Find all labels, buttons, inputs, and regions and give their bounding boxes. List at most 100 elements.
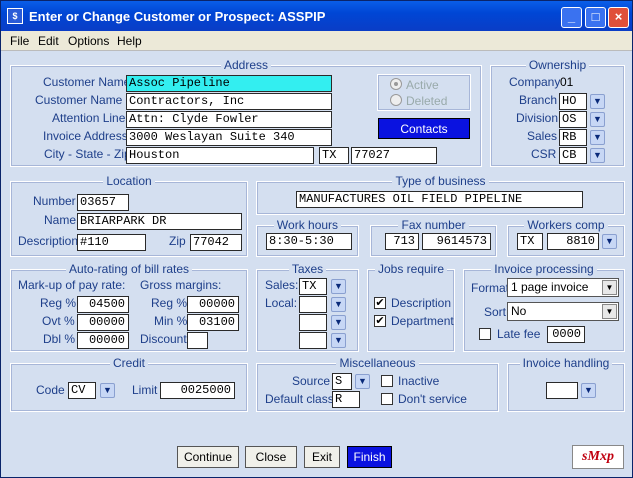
- business-title: Type of business: [392, 174, 489, 188]
- attention-line-field[interactable]: Attn: Clyde Fowler: [126, 111, 332, 128]
- location-zip-field[interactable]: 77042: [190, 234, 242, 251]
- source-field[interactable]: S: [332, 373, 352, 390]
- app-icon: $: [7, 8, 23, 24]
- smxp-logo: sMxp: [572, 445, 624, 469]
- local-tax-field-3[interactable]: [299, 332, 327, 349]
- csr-label: CSR: [531, 147, 557, 161]
- gross-min-field[interactable]: 03100: [187, 314, 239, 331]
- zip-field[interactable]: 77027: [351, 147, 437, 164]
- credit-code-dropdown-icon[interactable]: ▼: [100, 383, 115, 398]
- markup-ovt-field[interactable]: 00000: [77, 314, 129, 331]
- late-fee-checkbox[interactable]: [479, 328, 491, 340]
- markup-reg-label: Reg %: [40, 296, 77, 310]
- exit-button[interactable]: Exit: [304, 446, 340, 468]
- dont-service-checkbox[interactable]: [381, 393, 393, 405]
- discount-field[interactable]: [187, 332, 208, 349]
- state-field[interactable]: TX: [319, 147, 349, 164]
- contacts-button[interactable]: Contacts: [378, 118, 470, 139]
- location-name-label: Name: [44, 213, 77, 227]
- continue-button[interactable]: Continue: [177, 446, 239, 468]
- invoice-address-field[interactable]: 3000 Weslayan Suite 340: [126, 129, 332, 146]
- markup-dbl-label: Dbl %: [43, 332, 76, 346]
- branch-dropdown-icon[interactable]: ▼: [590, 94, 605, 109]
- invoice-handling-field[interactable]: [546, 382, 578, 399]
- fax-area-field[interactable]: 713: [385, 233, 419, 250]
- location-description-field[interactable]: #110: [77, 234, 146, 251]
- work-hours-field[interactable]: 8:30-5:30: [266, 233, 352, 250]
- customer-name2-field[interactable]: Contractors, Inc: [126, 93, 332, 110]
- location-name-field[interactable]: BRIARPARK DR: [77, 213, 242, 230]
- sort-dropdown-icon[interactable]: ▼: [602, 304, 617, 319]
- inactive-checkbox[interactable]: [381, 375, 393, 387]
- fax-title: Fax number: [398, 218, 469, 232]
- maximize-button[interactable]: □: [585, 7, 606, 28]
- close-window-button[interactable]: ×: [608, 7, 629, 28]
- description-checkbox[interactable]: ✔: [374, 297, 386, 309]
- credit-code-label: Code: [36, 383, 65, 397]
- division-dropdown-icon[interactable]: ▼: [590, 112, 605, 127]
- markup-reg-field[interactable]: 04500: [77, 296, 129, 313]
- credit-limit-field[interactable]: 0025000: [160, 382, 235, 399]
- window-title: Enter or Change Customer or Prospect: AS…: [29, 9, 326, 24]
- taxes-title: Taxes: [288, 262, 327, 276]
- default-class-field[interactable]: R: [332, 391, 360, 408]
- dont-service-label: Don't service: [398, 392, 467, 406]
- close-button[interactable]: Close: [245, 446, 297, 468]
- miscellaneous-title: Miscellaneous: [336, 356, 419, 370]
- invoice-address-label: Invoice Address: [43, 129, 128, 143]
- credit-title: Credit: [109, 356, 148, 370]
- minimize-button[interactable]: _: [561, 7, 582, 28]
- customer-name-field[interactable]: Assoc Pipeline: [126, 75, 332, 92]
- invoice-handling-title: Invoice handling: [519, 356, 613, 370]
- city-state-zip-label: City - State - Zip: [44, 147, 131, 161]
- branch-label: Branch: [519, 93, 558, 107]
- local-tax-dropdown-icon-1[interactable]: ▼: [331, 297, 346, 312]
- menu-file[interactable]: File: [10, 34, 29, 48]
- location-number-field[interactable]: 03657: [77, 194, 129, 211]
- sales-tax-field[interactable]: TX: [299, 278, 327, 295]
- local-tax-dropdown-icon-2[interactable]: ▼: [331, 315, 346, 330]
- format-dropdown-icon[interactable]: ▼: [602, 280, 617, 295]
- sales-dropdown-icon[interactable]: ▼: [590, 130, 605, 145]
- late-fee-field[interactable]: 0000: [547, 326, 585, 343]
- format-select[interactable]: 1 page invoice ▼: [507, 278, 619, 297]
- invoice-handling-dropdown-icon[interactable]: ▼: [581, 383, 596, 398]
- local-tax-dropdown-icon-3[interactable]: ▼: [331, 333, 346, 348]
- source-dropdown-icon[interactable]: ▼: [355, 374, 370, 389]
- city-field[interactable]: Houston: [126, 147, 314, 164]
- late-fee-label: Late fee: [497, 327, 541, 341]
- address-title: Address: [220, 58, 272, 72]
- branch-field[interactable]: HO: [559, 93, 587, 110]
- credit-limit-label: Limit: [132, 383, 158, 397]
- local-tax-field-2[interactable]: [299, 314, 327, 331]
- sales-field[interactable]: RB: [559, 129, 587, 146]
- app-window: $ Enter or Change Customer or Prospect: …: [0, 0, 633, 478]
- format-value: 1 page invoice: [511, 280, 589, 294]
- department-checkbox[interactable]: ✔: [374, 315, 386, 327]
- menu-edit[interactable]: Edit: [38, 34, 59, 48]
- workers-comp-state-field[interactable]: TX: [517, 233, 543, 250]
- menu-options[interactable]: Options: [68, 34, 109, 48]
- finish-button[interactable]: Finish: [347, 446, 392, 468]
- csr-dropdown-icon[interactable]: ▼: [590, 148, 605, 163]
- inactive-label: Inactive: [398, 374, 440, 388]
- sales-tax-dropdown-icon[interactable]: ▼: [331, 279, 346, 294]
- department-label: Department: [391, 314, 454, 328]
- gross-reg-field[interactable]: 00000: [187, 296, 239, 313]
- sort-select[interactable]: No ▼: [507, 302, 619, 321]
- sales-tax-label: Sales:: [265, 278, 299, 292]
- description-label: Description: [391, 296, 452, 310]
- invoice-processing-title: Invoice processing: [491, 262, 597, 276]
- csr-field[interactable]: CB: [559, 147, 587, 164]
- workers-comp-code-field[interactable]: 8810: [547, 233, 599, 250]
- business-type-field[interactable]: MANUFACTURES OIL FIELD PIPELINE: [296, 191, 583, 208]
- fax-number-field[interactable]: 9614573: [422, 233, 491, 250]
- markup-dbl-field[interactable]: 00000: [77, 332, 129, 349]
- workers-comp-title: Workers comp: [524, 218, 608, 232]
- deleted-radio: [390, 94, 402, 106]
- credit-code-field[interactable]: CV: [68, 382, 96, 399]
- menu-help[interactable]: Help: [117, 34, 142, 48]
- workers-comp-dropdown-icon[interactable]: ▼: [602, 234, 617, 249]
- division-field[interactable]: OS: [559, 111, 587, 128]
- local-tax-field-1[interactable]: [299, 296, 327, 313]
